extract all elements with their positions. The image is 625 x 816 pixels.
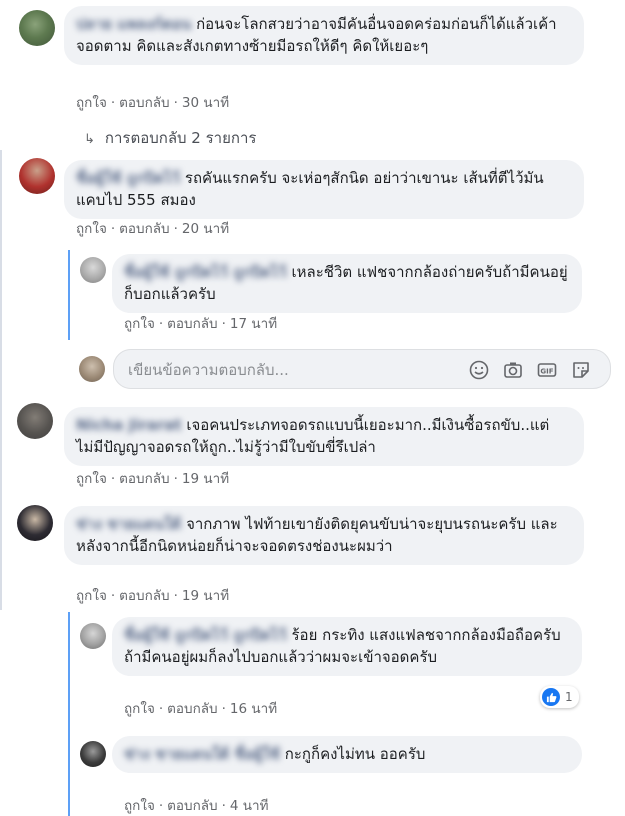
reply-link[interactable]: ตอบกลับ xyxy=(167,316,217,332)
sticker-icon[interactable] xyxy=(570,359,592,381)
reply-actions: ถูกใจ · ตอบกลับ · 17 นาที xyxy=(124,316,278,332)
comment-time[interactable]: 30 นาที xyxy=(182,95,229,111)
reply-link[interactable]: ตอบกลับ xyxy=(119,471,169,487)
thread-left-rule xyxy=(0,150,2,610)
like-link[interactable]: ถูกใจ xyxy=(76,221,107,237)
reply-link[interactable]: ตอบกลับ xyxy=(119,588,169,604)
reply-author[interactable]: ชื่อผู้ใช้ ถูกปิดไว้ ถูกปิดไว้ xyxy=(124,626,287,644)
avatar xyxy=(79,356,105,382)
reply-time[interactable]: 17 นาที xyxy=(230,316,277,332)
avatar[interactable] xyxy=(19,10,55,46)
reply-link[interactable]: ตอบกลับ xyxy=(119,221,169,237)
reply-link[interactable]: ตอบกลับ xyxy=(119,95,169,111)
comment-actions: ถูกใจ · ตอบกลับ · 20 นาที xyxy=(76,221,230,237)
avatar[interactable] xyxy=(80,623,106,649)
reply-link[interactable]: ตอบกลับ xyxy=(167,798,217,814)
comment-author[interactable]: ชื่อผู้ใช้ ถูกปิดไว้ xyxy=(76,169,180,187)
avatar[interactable] xyxy=(17,505,53,541)
avatar[interactable] xyxy=(80,741,106,767)
comment-bubble: ปลาย แพลงก์ตอน ก่อนจะโลกสวยว่าอาจมีคันอื… xyxy=(64,6,584,65)
like-link[interactable]: ถูกใจ xyxy=(124,798,155,814)
like-link[interactable]: ถูกใจ xyxy=(76,588,107,604)
comment-bubble: Nicha Jirarat เจอคนประเภทจอดรถแบบนี้เยอะ… xyxy=(64,407,584,466)
svg-text:GIF: GIF xyxy=(540,368,553,376)
reply-bubble: ชื่อผู้ใช้ ถูกปิดไว้ ถูกปิดไว้ เหละชีวิต… xyxy=(112,254,582,313)
comment-bubble: ช่าง ชายแดนใต้ จากภาพ ไฟท้ายเขายังติดยุค… xyxy=(64,506,584,565)
reaction-summary[interactable]: 1 xyxy=(540,686,579,708)
view-replies-label: การตอบกลับ 2 รายการ xyxy=(104,129,257,147)
emoji-icon[interactable] xyxy=(468,359,490,381)
reply-arrow-icon: ↳ xyxy=(84,132,95,147)
like-link[interactable]: ถูกใจ xyxy=(76,471,107,487)
reply-time[interactable]: 16 นาที xyxy=(230,701,277,717)
comment-time[interactable]: 19 นาที xyxy=(182,471,229,487)
reply-thread-rule xyxy=(68,612,70,816)
reply-bubble: ชื่อผู้ใช้ ถูกปิดไว้ ถูกปิดไว้ ร้อย กระท… xyxy=(112,617,582,676)
reply-actions: ถูกใจ · ตอบกลับ · 4 นาที xyxy=(124,798,269,814)
comment-actions: ถูกใจ · ตอบกลับ · 30 นาที xyxy=(76,95,230,111)
view-replies-link[interactable]: ↳ การตอบกลับ 2 รายการ xyxy=(84,126,256,150)
comment-author[interactable]: ช่าง ชายแดนใต้ xyxy=(76,515,181,533)
comment-author[interactable]: ปลาย แพลงก์ตอน xyxy=(76,15,191,33)
reply-actions: ถูกใจ · ตอบกลับ · 16 นาที xyxy=(124,701,278,717)
reply-text: กะกูก็คงไม่ทน ออครับ xyxy=(284,745,426,763)
camera-icon[interactable] xyxy=(502,359,524,381)
avatar[interactable] xyxy=(80,257,106,283)
avatar[interactable] xyxy=(17,403,53,439)
comment-actions: ถูกใจ · ตอบกลับ · 19 นาที xyxy=(76,588,230,604)
reply-input[interactable] xyxy=(128,359,448,381)
avatar[interactable] xyxy=(19,158,55,194)
reply-link[interactable]: ตอบกลับ xyxy=(167,701,217,717)
reply-time[interactable]: 4 นาที xyxy=(230,798,269,814)
like-link[interactable]: ถูกใจ xyxy=(124,316,155,332)
reply-author[interactable]: ชื่อผู้ใช้ ถูกปิดไว้ ถูกปิดไว้ xyxy=(124,263,287,281)
comment-bubble: ชื่อผู้ใช้ ถูกปิดไว้ รถคันแรกครับ จะเห่อ… xyxy=(64,160,584,219)
like-link[interactable]: ถูกใจ xyxy=(76,95,107,111)
gif-icon[interactable]: GIF xyxy=(536,359,558,381)
comment-time[interactable]: 20 นาที xyxy=(182,221,229,237)
comment-actions: ถูกใจ · ตอบกลับ · 19 นาที xyxy=(76,471,230,487)
like-link[interactable]: ถูกใจ xyxy=(124,701,155,717)
comment-time[interactable]: 19 นาที xyxy=(182,588,229,604)
reply-composer: GIF xyxy=(113,349,611,389)
comment-author[interactable]: Nicha Jirarat xyxy=(76,416,182,434)
reply-author[interactable]: ช่าง ชายแดนใต้ ชื่อผู้ใช้ xyxy=(124,745,280,763)
like-reaction-icon xyxy=(542,688,560,706)
reaction-count: 1 xyxy=(565,690,573,704)
reply-thread-rule xyxy=(68,250,70,340)
reply-bubble: ช่าง ชายแดนใต้ ชื่อผู้ใช้ กะกูก็คงไม่ทน … xyxy=(112,736,582,773)
